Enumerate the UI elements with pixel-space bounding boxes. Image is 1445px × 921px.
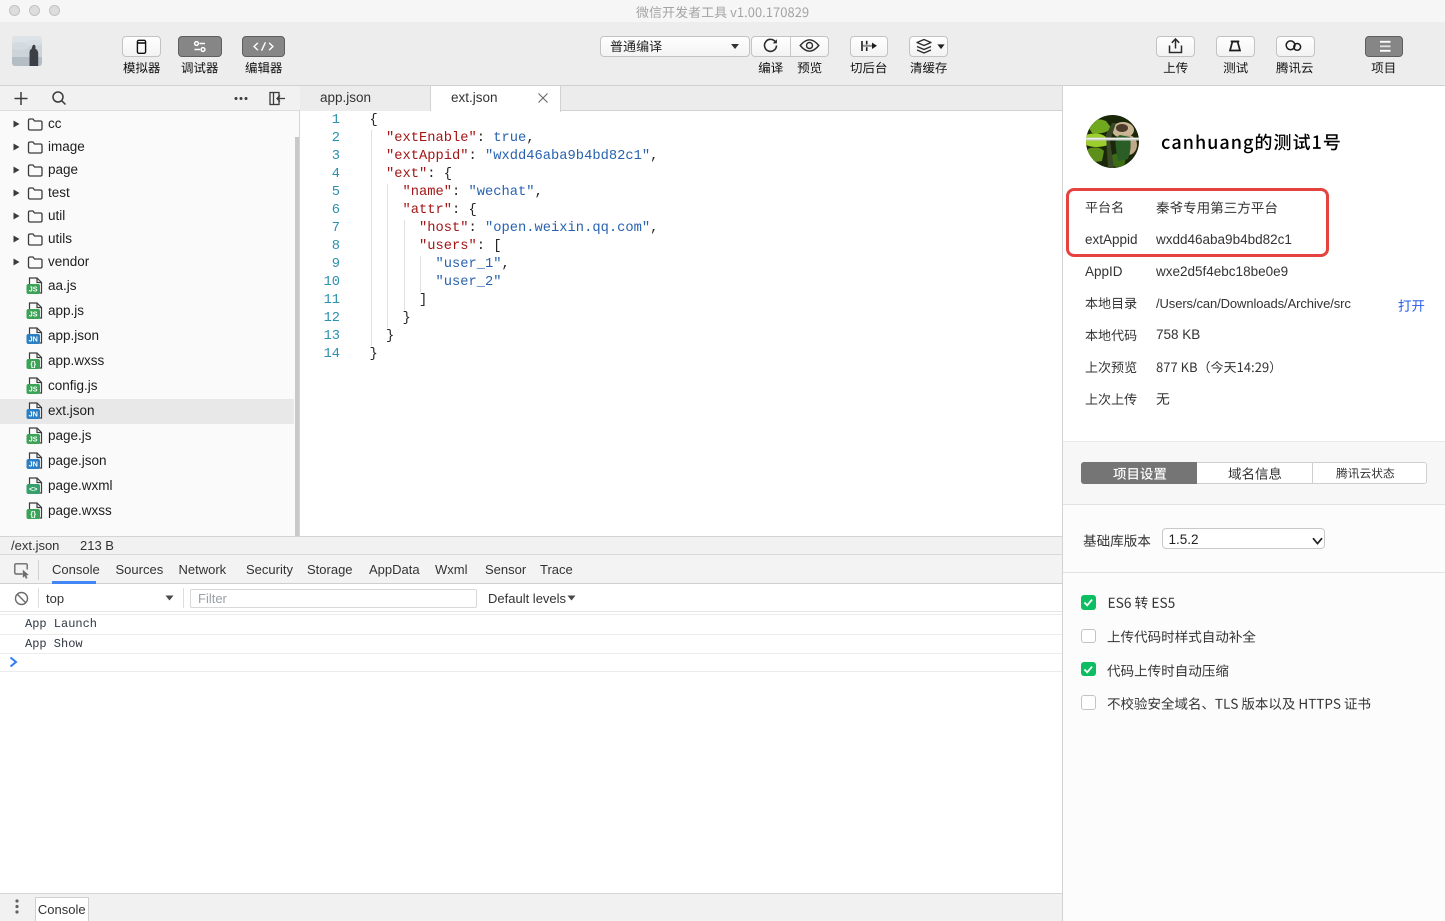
svg-text:JN: JN — [29, 335, 38, 344]
svg-text:JS: JS — [29, 435, 38, 444]
svg-text:<>: <> — [29, 485, 37, 494]
svg-text:JN: JN — [29, 460, 38, 469]
svg-text:JS: JS — [29, 310, 38, 319]
svg-text:JS: JS — [29, 285, 38, 294]
svg-text:{}: {} — [30, 510, 36, 519]
svg-text:JS: JS — [29, 385, 38, 394]
svg-text:{}: {} — [30, 360, 36, 369]
svg-text:JN: JN — [29, 410, 38, 419]
